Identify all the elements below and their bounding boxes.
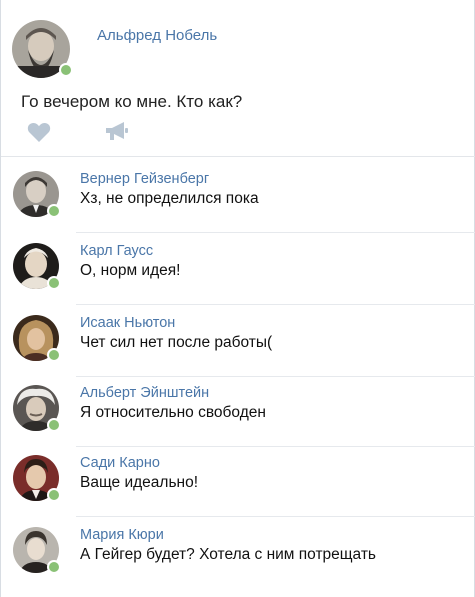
- comment-text: Я относительно свободен: [80, 404, 266, 421]
- online-indicator: [47, 204, 61, 218]
- online-indicator: [59, 63, 73, 77]
- comment-author-name[interactable]: Вернер Гейзенберг: [80, 171, 209, 187]
- comment: Исаак Ньютон Чет сил нет после работы(: [1, 305, 475, 377]
- comment-text: Ваще идеально!: [80, 474, 199, 491]
- online-indicator: [47, 276, 61, 290]
- post-author-avatar[interactable]: [12, 20, 73, 78]
- divider: [1, 156, 475, 157]
- comment-text: Хз, не определился пока: [80, 190, 259, 207]
- comment-author-name[interactable]: Исаак Ньютон: [80, 315, 175, 331]
- post-text: Го вечером ко мне. Кто как?: [21, 92, 243, 111]
- comment: Карл Гаусс О, норм идея!: [1, 233, 475, 305]
- comment: Сади Карно Ваще идеально!: [1, 445, 475, 517]
- comment-author-avatar[interactable]: [13, 455, 61, 502]
- comment-author-avatar[interactable]: [13, 527, 61, 574]
- feed-frame: Альфред Нобель Го вечером ко мне. Кто ка…: [0, 0, 475, 597]
- online-indicator: [47, 348, 61, 362]
- megaphone-icon[interactable]: [104, 120, 130, 142]
- comment-author-avatar[interactable]: [13, 171, 61, 218]
- comment-author-avatar[interactable]: [13, 243, 61, 290]
- comment-author-name[interactable]: Мария Кюри: [80, 527, 164, 543]
- comment-text: А Гейгер будет? Хотела с ним потрещать: [80, 546, 376, 563]
- comment-author-avatar[interactable]: [13, 385, 61, 432]
- online-indicator: [47, 560, 61, 574]
- online-indicator: [47, 488, 61, 502]
- heart-icon[interactable]: [27, 121, 51, 143]
- post-author-name[interactable]: Альфред Нобель: [97, 27, 217, 44]
- post: Альфред Нобель Го вечером ко мне. Кто ка…: [1, 0, 475, 157]
- comment: Мария Кюри А Гейгер будет? Хотела с ним …: [1, 517, 475, 589]
- comment: Альберт Эйнштейн Я относительно свободен: [1, 375, 475, 447]
- comment-author-avatar[interactable]: [13, 315, 61, 362]
- comment-author-name[interactable]: Сади Карно: [80, 455, 160, 471]
- comment: Вернер Гейзенберг Хз, не определился пок…: [1, 161, 475, 233]
- comment-text: О, норм идея!: [80, 262, 181, 279]
- comment-author-name[interactable]: Альберт Эйнштейн: [80, 385, 209, 401]
- comment-text: Чет сил нет после работы(: [80, 334, 273, 351]
- comment-author-name[interactable]: Карл Гаусс: [80, 243, 153, 259]
- online-indicator: [47, 418, 61, 432]
